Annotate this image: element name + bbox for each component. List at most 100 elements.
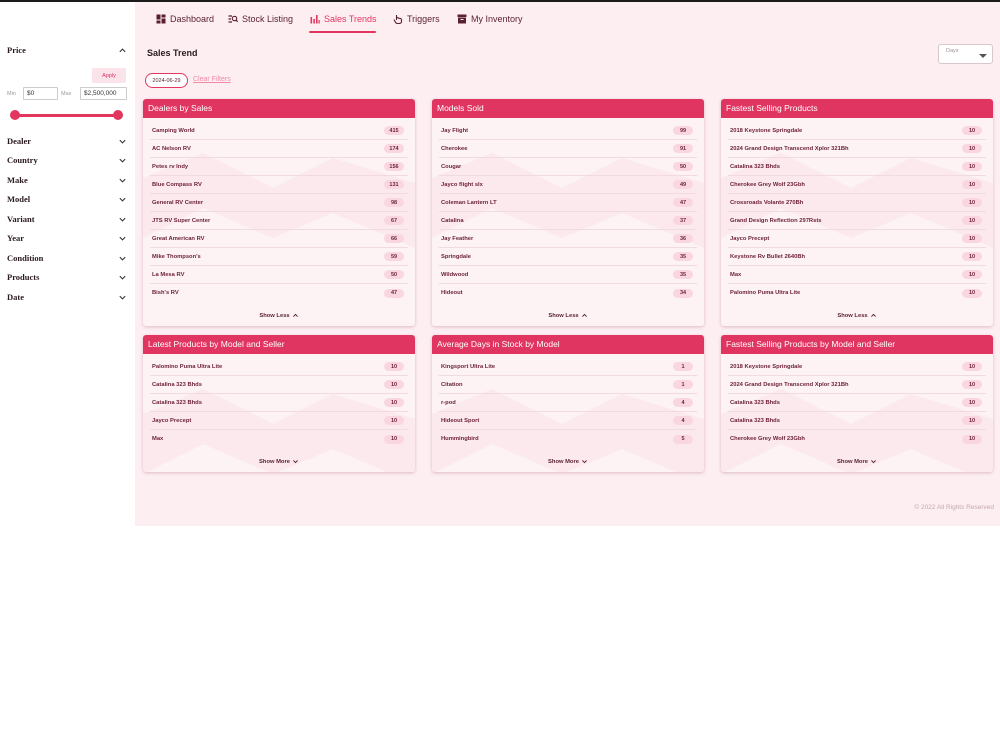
show-less-button[interactable]: Show Less [432,311,704,321]
chevron-down-icon [868,458,877,467]
main-content: Dashboard Stock Listing Sales Trends Tri… [135,2,1000,526]
chevron-down-icon[interactable] [117,194,127,204]
list-item-name: Grand Design Reflection 297Rsts [730,217,822,224]
list-item-name: AC Nelson RV [152,145,191,152]
chevron-down-icon[interactable] [117,292,127,302]
list-item-count-badge: 10 [962,416,982,425]
date-filter-chip[interactable]: 2024-06-29 [145,73,188,88]
nav-triggers[interactable]: Triggers [393,12,440,26]
list-item: Grand Design Reflection 297Rsts 10 [728,212,986,230]
filter-dealer-header[interactable]: Dealer [7,134,127,148]
list-item-name: Cherokee Grey Wolf 23Gbh [730,436,805,442]
chevron-down-icon[interactable] [117,272,127,282]
show-less-button[interactable]: Show Less [721,311,993,321]
list-item-count-badge: 67 [384,216,404,225]
filter-year-label: Year [7,233,24,243]
list-item-name: La Mesa RV [152,271,185,278]
card-title: Dealers by Sales [143,99,415,118]
list-item-count-badge: 10 [962,198,982,207]
list-item-name: Max [152,436,164,442]
list-item-count-badge: 10 [962,270,982,279]
list-item: Camping World 415 [150,122,408,140]
filter-variant-header[interactable]: Variant [7,212,127,226]
toggle-label: Show Less [837,313,868,319]
filter-date-header[interactable]: Date [7,290,127,304]
list-item-name: Crossroads Volante 270Bh [730,199,804,206]
filter-condition-header[interactable]: Condition [7,251,127,265]
list-item-name: Max [730,271,742,278]
list-item-count-badge: 47 [673,198,693,207]
card-fastest-selling-products-by-model-and-seller: Fastest Selling Products by Model and Se… [721,335,993,472]
days-select[interactable]: Days [938,44,993,64]
chevron-down-icon[interactable] [117,233,127,243]
nav-stock-listing[interactable]: Stock Listing [228,12,293,26]
price-slider-track[interactable] [15,114,118,117]
caret-down-icon [979,54,987,58]
filter-model-header[interactable]: Model [7,192,127,206]
filter-year-header[interactable]: Year [7,231,127,245]
pointer-icon [393,15,403,24]
list-item: Blue Compass RV 131 [150,176,408,194]
list-item-count-badge: 174 [384,144,404,153]
chevron-up-icon[interactable] [117,45,127,55]
list-item-name: 2018 Keystone Springdale [730,363,803,370]
list-item-count-badge: 131 [384,180,404,189]
list-item-count-badge: 34 [673,288,693,298]
list-item: Catalina 323 Bhds 10 [150,376,408,394]
chevron-down-icon[interactable] [117,155,127,165]
list-item-name: Great American RV [152,235,205,242]
chevron-up-icon [579,312,588,321]
nav-sales-trends[interactable]: Sales Trends [310,12,377,26]
list-item-name: Catalina 323 Bhds [730,399,780,406]
price-slider-min-thumb[interactable] [10,110,20,120]
show-more-button[interactable]: Show More [143,457,415,467]
show-less-button[interactable]: Show Less [143,311,415,321]
filter-price-header[interactable]: Price [7,43,127,57]
chevron-up-icon [868,312,877,321]
min-label: Min [7,91,16,97]
chevron-down-icon[interactable] [117,175,127,185]
chevron-down-icon[interactable] [117,214,127,224]
list-item-name: Catalina 323 Bhds [152,399,202,406]
list-item: Jay Flight 99 [439,122,697,140]
clear-filters-link[interactable]: Clear Filters [193,76,231,83]
list-item: 2024 Grand Design Transcend Xplor 321Bh 1… [728,140,986,158]
list-item: Hideout 34 [439,284,697,302]
top-nav: Dashboard Stock Listing Sales Trends Tri… [135,2,1000,34]
max-price-input[interactable]: $2,500,000 [80,87,127,100]
list-item-count-badge: 59 [384,252,404,261]
show-more-button[interactable]: Show More [432,457,704,467]
list-item-count-badge: 36 [673,234,693,243]
show-more-button[interactable]: Show More [721,457,993,467]
filter-dealer-label: Dealer [7,136,32,146]
list-item: Kingsport Ultra Lite 1 [439,358,697,376]
list-item: Cherokee 91 [439,140,697,158]
list-item-name: Cherokee Grey Wolf 23Gbh [730,181,805,188]
toggle-label: Show More [837,459,868,465]
nav-dashboard[interactable]: Dashboard [156,12,214,26]
list-item-count-badge: 10 [962,380,982,389]
filter-country-header[interactable]: Country [7,153,127,167]
list-item-count-badge: 10 [962,398,982,407]
filter-make-header[interactable]: Make [7,173,127,187]
card-title: Fastest Selling Products [721,99,993,118]
card-list: 2018 Keystone Springdale 10 2024 Grand Des… [721,354,993,448]
list-item: Jayco Precept 10 [728,230,986,248]
chevron-down-icon[interactable] [117,136,127,146]
price-slider-max-thumb[interactable] [113,110,123,120]
list-item-name: Keystone Rv Bullet 2640Bh [730,253,806,260]
min-price-input[interactable]: $0 [23,87,58,100]
filter-products-header[interactable]: Products [7,270,127,284]
days-placeholder: Days [946,48,959,54]
nav-my-inventory[interactable]: My Inventory [457,12,523,26]
list-item-count-badge: 156 [384,162,404,171]
filter-model-label: Model [7,194,31,204]
list-item-name: 2024 Grand Design Transcend Xplor 321Bh [730,381,849,388]
list-item: Jay Feather 36 [439,230,697,248]
chevron-down-icon[interactable] [117,253,127,263]
list-item: Catalina 323 Bhds 10 [150,394,408,412]
list-item-name: Catalina [441,217,464,224]
apply-button[interactable]: Apply [92,68,126,83]
toggle-label: Show Less [259,313,290,319]
list-item-count-badge: 415 [384,126,404,135]
